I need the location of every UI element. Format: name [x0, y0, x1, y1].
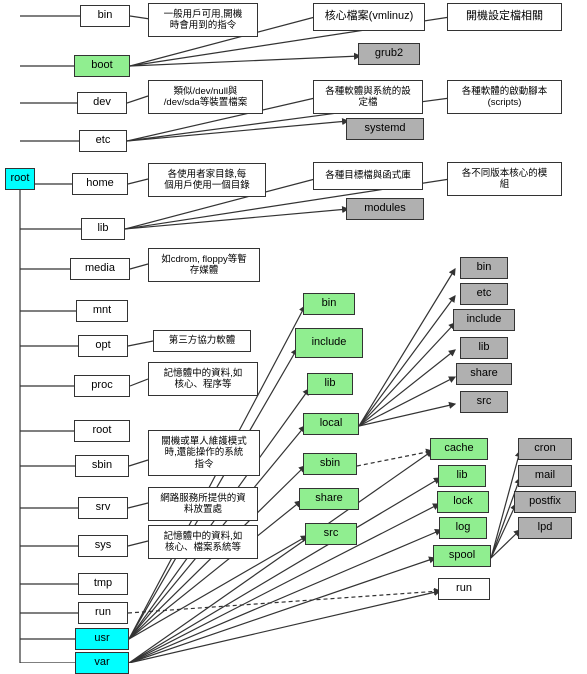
mnt-node: mnt: [76, 300, 128, 322]
vmlinuz-node: 核心檔案(vmlinuz): [313, 3, 425, 31]
lib-note1: 各種目標檔與函式庫: [313, 162, 423, 190]
var-node: var: [75, 652, 129, 674]
lpd-node: lpd: [518, 517, 572, 539]
etc-note2: 各種軟體的啟動腳本(scripts): [447, 80, 562, 114]
local-include-node: include: [453, 309, 515, 331]
sbin-node: sbin: [75, 455, 129, 477]
etc-node: etc: [79, 130, 127, 152]
media-node: media: [70, 258, 130, 280]
var-log-node: log: [439, 517, 487, 539]
note-home: 各使用者家目錄,每個用戶使用一個目錄: [148, 163, 266, 197]
var-lock-node: lock: [437, 491, 489, 513]
note-opt: 第三方協力軟體: [153, 330, 251, 352]
local-etc-node: etc: [460, 283, 508, 305]
var-spool-node: spool: [433, 545, 491, 567]
usr-lib-node: lib: [307, 373, 353, 395]
usr-bin-node: bin: [303, 293, 355, 315]
root-node: root: [5, 168, 35, 190]
usr-local-node: local: [303, 413, 359, 435]
sys-node: sys: [78, 535, 128, 557]
local-share-node: share: [456, 363, 512, 385]
grub2-node: grub2: [358, 43, 420, 65]
usr-share-node: share: [299, 488, 359, 510]
var-run-node: run: [438, 578, 490, 600]
var-cache-node: cache: [430, 438, 488, 460]
local-lib-node: lib: [460, 337, 508, 359]
proc-node: proc: [74, 375, 130, 397]
home-node: home: [72, 173, 128, 195]
run-node: run: [78, 602, 128, 624]
etc-note1: 各種軟體與系統的設定檔: [313, 80, 423, 114]
lib-note2: 各不同版本核心的模組: [447, 162, 562, 196]
note-sys: 記憶體中的資料,如核心、檔案系統等: [148, 525, 258, 559]
usr-src-node: src: [305, 523, 357, 545]
bin-node: bin: [80, 5, 130, 27]
root-dir-node: root: [74, 420, 130, 442]
mail-node: mail: [518, 465, 572, 487]
bootconf-node: 開機設定檔相關: [447, 3, 562, 31]
boot-node: boot: [74, 55, 130, 77]
systemd-node: systemd: [346, 118, 424, 140]
usr-node: usr: [75, 628, 129, 650]
filesystem-diagram: root bin boot dev etc home lib media mnt…: [0, 0, 587, 663]
usr-sbin-node: sbin: [303, 453, 357, 475]
var-lib-node: lib: [438, 465, 486, 487]
dev-node: dev: [77, 92, 127, 114]
opt-node: opt: [78, 335, 128, 357]
usr-include-node: include: [295, 328, 363, 358]
local-bin-node: bin: [460, 257, 508, 279]
modules-node: modules: [346, 198, 424, 220]
lib-node: lib: [81, 218, 125, 240]
note-proc: 記憶體中的資料,如核心、程序等: [148, 362, 258, 396]
note-bin: 一般用戶可用,開機時會用到的指令: [148, 3, 258, 37]
note-srv: 網路服務所提供的資料放置處: [148, 487, 258, 521]
local-src-node: src: [460, 391, 508, 413]
note-dev: 類似/dev/null與/dev/sda等裝置檔案: [148, 80, 263, 114]
postfix-node: postfix: [514, 491, 576, 513]
srv-node: srv: [78, 497, 128, 519]
cron-node: cron: [518, 438, 572, 460]
note-sbin: 關機或單人維護模式時,還能操作的系統指令: [148, 430, 260, 476]
tmp-node: tmp: [78, 573, 128, 595]
note-media: 如cdrom, floppy等暫存媒體: [148, 248, 260, 282]
